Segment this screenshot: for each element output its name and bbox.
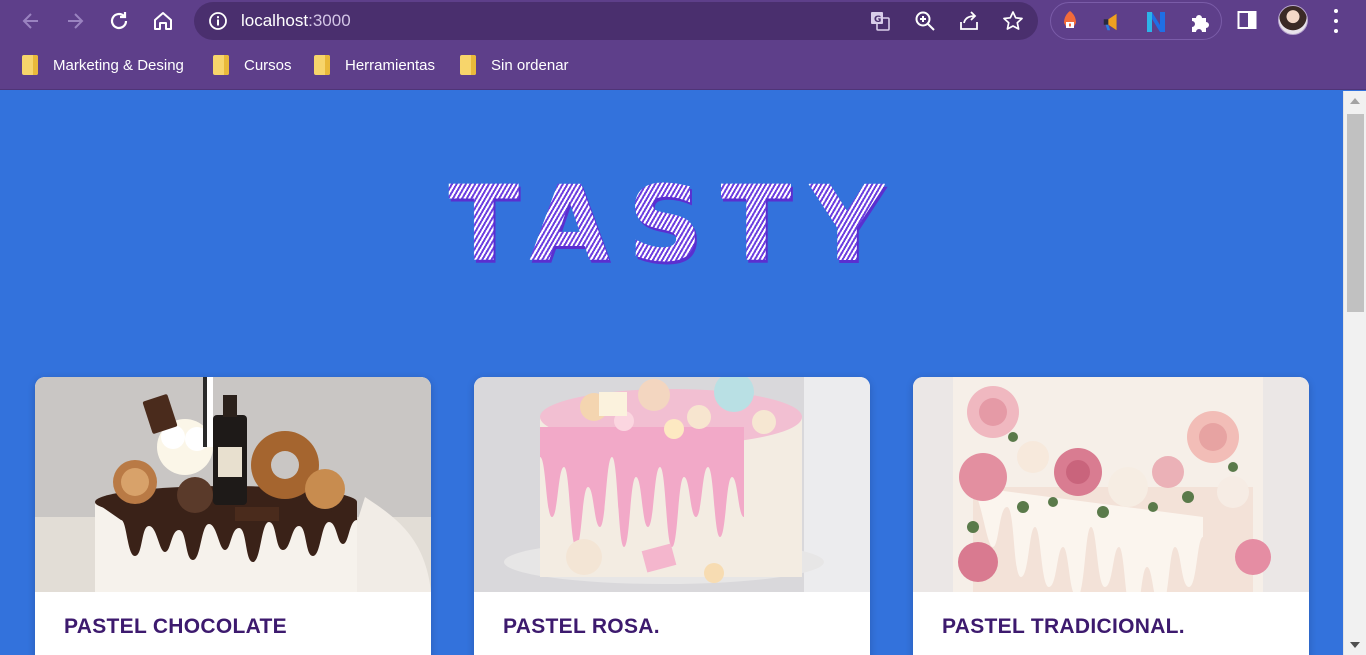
side-panel-icon <box>1237 11 1257 29</box>
arrow-left-icon <box>22 13 38 29</box>
forward-button[interactable] <box>60 6 90 36</box>
browser-toolbar: localhost:3000 G <box>0 0 1366 42</box>
bookmarks-bar: Marketing & Desing Cursos Herramientas S… <box>0 42 1366 90</box>
product-card-chocolate[interactable]: PASTEL CHOCOLATE <box>35 377 431 655</box>
hero: TASTY <box>0 169 1343 279</box>
browser-menu-button[interactable] <box>1326 9 1346 33</box>
bookmark-folder-sin-ordenar[interactable]: Sin ordenar <box>460 54 569 76</box>
extension-n-icon <box>1147 12 1165 32</box>
extension-button-3[interactable] <box>1145 11 1167 33</box>
arrow-right-icon <box>68 13 84 29</box>
home-icon <box>154 12 172 30</box>
profile-avatar[interactable] <box>1278 5 1308 35</box>
product-card-rosa[interactable]: PASTEL ROSA. <box>474 377 870 655</box>
bookmark-folder-herramientas[interactable]: Herramientas <box>314 54 435 76</box>
svg-text:G: G <box>874 15 881 25</box>
extensions-menu-button[interactable] <box>1189 11 1211 33</box>
megaphone-icon <box>1103 13 1117 31</box>
scroll-down-arrow-icon[interactable] <box>1350 642 1360 648</box>
reload-button[interactable] <box>104 6 134 36</box>
folder-icon <box>460 55 476 75</box>
back-button[interactable] <box>16 6 46 36</box>
folder-icon <box>213 55 229 75</box>
folder-icon <box>22 55 38 75</box>
extension-button-2[interactable] <box>1101 11 1123 33</box>
card-title: PASTEL ROSA. <box>503 615 660 638</box>
site-info-button[interactable] <box>208 11 228 36</box>
translate-button[interactable]: G <box>869 10 891 32</box>
kebab-menu-icon <box>1334 9 1338 13</box>
info-icon <box>209 12 227 30</box>
share-button[interactable] <box>958 10 980 32</box>
bookmark-label: Marketing & Desing <box>53 56 184 74</box>
bookmark-folder-cursos[interactable]: Cursos <box>213 54 292 76</box>
address-bar[interactable]: localhost:3000 G <box>194 2 1038 40</box>
cake-photo-rosa <box>474 377 870 592</box>
extension-button-1[interactable] <box>1059 11 1081 33</box>
menu-dot <box>1334 19 1338 23</box>
zoom-button[interactable] <box>914 10 936 32</box>
cake-photo-tradicional <box>913 377 1309 592</box>
hero-title: TASTY <box>448 163 903 285</box>
card-title: PASTEL CHOCOLATE <box>64 615 287 638</box>
share-icon <box>960 11 978 30</box>
home-button[interactable] <box>148 6 178 36</box>
reload-icon <box>110 12 128 30</box>
url-port: :3000 <box>308 11 351 30</box>
scrollbar-thumb[interactable] <box>1347 114 1364 312</box>
cake-photo-chocolate <box>35 377 431 592</box>
bookmark-label: Cursos <box>244 56 292 74</box>
side-panel-button[interactable] <box>1237 10 1257 35</box>
zoom-icon <box>915 11 935 31</box>
bookmark-label: Sin ordenar <box>491 56 569 74</box>
url-text[interactable]: localhost:3000 <box>241 11 351 31</box>
bookmark-folder-marketing[interactable]: Marketing & Desing <box>22 54 184 76</box>
puzzle-icon <box>1192 15 1209 32</box>
star-icon <box>1003 11 1023 30</box>
page-scrollbar[interactable] <box>1343 91 1366 655</box>
extensions-group <box>1050 2 1222 40</box>
extension-lock-icon <box>1064 11 1076 28</box>
scroll-up-arrow-icon[interactable] <box>1350 98 1360 104</box>
bookmark-star-button[interactable] <box>1002 10 1024 32</box>
bookmark-label: Herramientas <box>345 56 436 74</box>
product-card-tradicional[interactable]: PASTEL TRADICIONAL. <box>913 377 1309 655</box>
url-host: localhost <box>241 11 309 30</box>
card-title: PASTEL TRADICIONAL. <box>942 615 1185 638</box>
menu-dot <box>1334 29 1338 33</box>
folder-icon <box>314 55 330 75</box>
translate-icon: G <box>871 12 890 31</box>
page-content: TASTY PASTEL CHOCOLATE PASTEL ROSA. PAST… <box>0 91 1343 655</box>
